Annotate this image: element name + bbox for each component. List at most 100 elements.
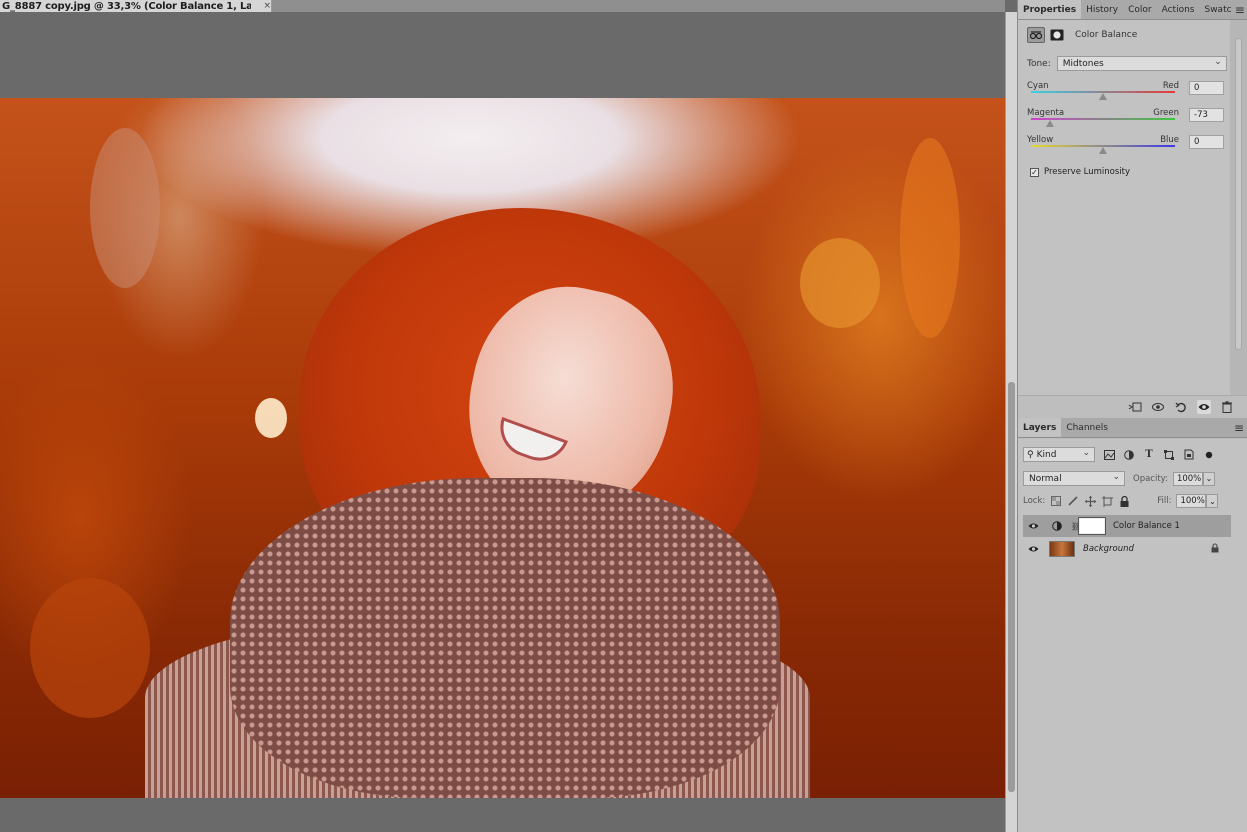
reset-icon[interactable] [1174, 400, 1188, 414]
chevron-down-icon[interactable]: ⌄ [1206, 494, 1219, 508]
chevron-down-icon: ⌄ [1214, 57, 1222, 67]
bokeh-highlight [800, 238, 880, 328]
layers-body: ⚲ Kind ⌄ T Normal ⌄ Opacity: 100% ⌄ Lock… [1018, 439, 1247, 832]
bokeh-highlight [900, 138, 960, 338]
scrollbar-thumb[interactable] [1008, 382, 1015, 792]
slider-right-label: Red [1162, 81, 1179, 91]
vertical-scrollbar[interactable] [1005, 12, 1017, 832]
opacity-field[interactable]: 100% [1172, 471, 1203, 486]
color-balance-icon[interactable] [1027, 27, 1045, 43]
slider-left-label: Yellow [1027, 135, 1054, 145]
layer-row-background[interactable]: Background [1023, 538, 1231, 560]
tone-dropdown[interactable]: Midtones ⌄ [1056, 56, 1227, 71]
layer-name: Color Balance 1 [1113, 521, 1180, 531]
tab-actions[interactable]: Actions [1157, 0, 1200, 19]
layer-mask-thumbnail[interactable] [1078, 517, 1106, 535]
clip-to-layer-icon[interactable] [1128, 400, 1142, 414]
blend-mode-dropdown[interactable]: Normal ⌄ [1023, 471, 1125, 486]
slider-thumb[interactable] [1099, 93, 1107, 100]
scrollbar-thumb[interactable] [1235, 38, 1242, 350]
panel-dock: Properties History Color Actions Swatche… [1017, 0, 1247, 832]
document-area: G_8887 copy.jpg @ 33,3% (Color Balance 1… [0, 0, 1017, 832]
layer-row-color-balance[interactable]: ⛓ Color Balance 1 [1023, 515, 1231, 537]
link-icon[interactable]: ⛓ [1071, 522, 1081, 531]
slider-value-field[interactable]: 0 [1189, 81, 1224, 95]
slider-magenta-green: Magenta Green -73 [1027, 108, 1225, 134]
slider-yellow-blue: Yellow Blue 0 [1027, 135, 1225, 161]
preserve-luminosity-row[interactable]: ✓ Preserve Luminosity [1030, 167, 1130, 177]
tab-strip [272, 0, 1005, 12]
trash-icon[interactable] [1220, 400, 1234, 414]
slider-left-label: Magenta [1027, 108, 1065, 118]
properties-tabbar: Properties History Color Actions Swatche… [1018, 0, 1247, 20]
tab-swatches[interactable]: Swatches [1199, 0, 1231, 19]
lock-row: Lock: Fill: 100% ⌄ [1023, 494, 1233, 508]
opacity-control: 100% ⌄ [1172, 471, 1215, 486]
adjustment-filter-icon[interactable] [1123, 449, 1135, 461]
document-tab[interactable]: G_8887 copy.jpg @ 33,3% (Color Balance 1… [0, 0, 272, 12]
slider-thumb[interactable] [1046, 120, 1055, 127]
tab-properties[interactable]: Properties [1018, 0, 1082, 19]
document-tab-title: G_8887 copy.jpg @ 33,3% (Color Balance 1… [2, 0, 252, 12]
lock-label: Lock: [1023, 496, 1046, 506]
bokeh-highlight [90, 128, 160, 288]
eye-icon[interactable] [1023, 522, 1043, 530]
visibility-icon[interactable] [1197, 399, 1211, 414]
slider-labels: Magenta Green [1027, 108, 1179, 118]
slider-value-field[interactable]: 0 [1189, 135, 1224, 149]
properties-header: Color Balance [1027, 27, 1137, 43]
shape-filter-icon[interactable] [1163, 449, 1175, 461]
tab-channels[interactable]: Channels [1061, 418, 1113, 437]
lock-all-icon[interactable] [1118, 495, 1130, 507]
tab-color[interactable]: Color [1123, 0, 1157, 19]
chevron-down-icon: ⌄ [1082, 448, 1090, 458]
eye-icon[interactable] [1023, 545, 1043, 553]
filter-toggle-icon[interactable] [1203, 449, 1215, 461]
properties-footer [1018, 395, 1247, 417]
slider-value-field[interactable]: -73 [1189, 108, 1224, 122]
type-filter-icon[interactable]: T [1143, 449, 1155, 461]
adjustment-layer-icon [1043, 521, 1071, 531]
lock-icon[interactable] [1211, 542, 1219, 556]
slider-labels: Yellow Blue [1027, 135, 1179, 145]
layer-name: Background [1083, 544, 1134, 554]
filter-kind-label: Kind [1036, 449, 1057, 460]
slider-labels: Cyan Red [1027, 81, 1179, 91]
opacity-label: Opacity: [1133, 473, 1168, 484]
smart-object-filter-icon[interactable] [1183, 449, 1195, 461]
slider-thumb[interactable] [1099, 147, 1107, 154]
lock-image-pixels-icon[interactable] [1067, 495, 1079, 507]
fill-field[interactable]: 100% [1176, 494, 1207, 508]
tab-history[interactable]: History [1081, 0, 1123, 19]
properties-body: Color Balance Tone: Midtones ⌄ Cyan Red 0 M… [1018, 20, 1230, 395]
tone-value: Midtones [1062, 58, 1104, 69]
tab-layers[interactable]: Layers [1018, 418, 1062, 437]
lock-artboard-icon[interactable] [1101, 495, 1113, 507]
pixel-filter-icon[interactable] [1103, 449, 1115, 461]
lock-position-icon[interactable] [1084, 495, 1096, 507]
filter-kind-dropdown[interactable]: ⚲ Kind ⌄ [1023, 447, 1095, 462]
blend-mode-value: Normal [1029, 473, 1062, 484]
tone-label: Tone: [1027, 58, 1051, 69]
search-icon: ⚲ [1027, 449, 1034, 460]
slider-cyan-red: Cyan Red 0 [1027, 81, 1225, 107]
close-icon[interactable]: × [263, 1, 271, 11]
view-previous-state-icon[interactable] [1151, 400, 1165, 414]
slider-right-label: Blue [1160, 135, 1179, 145]
layer-mask-icon[interactable] [1049, 27, 1065, 43]
panel-menu-icon[interactable]: ≡ [1230, 418, 1247, 437]
layers-tabbar: Layers Channels ≡ [1018, 418, 1247, 438]
blend-row: Normal ⌄ Opacity: 100% ⌄ [1023, 471, 1215, 486]
fill-control: 100% ⌄ [1176, 494, 1219, 508]
layer-thumbnail[interactable] [1049, 541, 1075, 557]
preserve-luminosity-checkbox[interactable]: ✓ [1030, 167, 1039, 177]
panel-menu-icon[interactable]: ≡ [1231, 0, 1247, 19]
adjustment-title: Color Balance [1075, 30, 1138, 40]
image-canvas[interactable] [0, 98, 1005, 798]
bokeh-highlight [255, 398, 287, 438]
chevron-down-icon[interactable]: ⌄ [1202, 471, 1215, 486]
properties-scrollbar[interactable] [1230, 20, 1247, 395]
chevron-down-icon: ⌄ [1112, 472, 1120, 482]
lock-transparent-pixels-icon[interactable] [1050, 495, 1062, 507]
subject-scarf [230, 478, 780, 798]
